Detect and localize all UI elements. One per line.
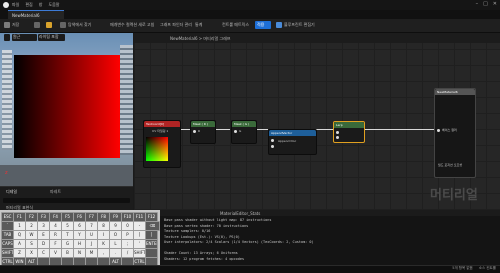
- breadcrumb: NewMaterial6 > 머티리얼 그래프: [170, 36, 231, 41]
- stats-line: Texture Lookups (Est.): VS(0), PS(0): [164, 234, 240, 239]
- browse-icon[interactable]: [34, 22, 40, 28]
- node-title: Lerp: [336, 122, 343, 127]
- input-pin[interactable]: [336, 131, 339, 134]
- viewport-menu-icon[interactable]: [4, 34, 10, 41]
- stats-line: Base pass vertex shader: 70 instructions: [164, 223, 249, 228]
- node-append[interactable]: AppendVector Append Doc: [268, 129, 317, 155]
- play-icon[interactable]: [60, 22, 66, 28]
- node-title: TexCoord[0]: [146, 121, 164, 126]
- toolbar-item-matrix[interactable]: 컨트롤 매트릭스: [222, 22, 249, 28]
- minimize-icon[interactable]: –: [476, 1, 479, 7]
- toolbar-item-find[interactable]: 탐색에서 찾기: [68, 22, 91, 28]
- material-preview[interactable]: [14, 55, 120, 158]
- perspective-chip[interactable]: 원근: [12, 34, 37, 41]
- close-icon[interactable]: ✕: [493, 1, 497, 7]
- node-subtitle: UV 타일링 1: [152, 129, 169, 133]
- node-lerp[interactable]: Lerp: [333, 121, 365, 143]
- stats-header: MaterialEditor_Stats: [160, 210, 500, 216]
- node-title: Mask ( R ): [193, 121, 209, 126]
- stats-line: User interpolators: 2/4 Scalars (1/4 Vec…: [164, 240, 314, 244]
- basecolor-label: 베이스 컬러: [442, 128, 457, 132]
- blueprint-icon[interactable]: [276, 22, 282, 28]
- menu-window[interactable]: 창: [39, 2, 43, 8]
- viewport-ground: [0, 165, 133, 186]
- stats-title: MaterialEditor_Stats: [220, 210, 261, 216]
- node-texcoord[interactable]: TexCoord[0] UV 타일링 1: [143, 120, 181, 168]
- input-pin-a[interactable]: [271, 139, 274, 142]
- menu-help[interactable]: 도움말: [48, 2, 59, 8]
- stats-line: Shaders: 12 program fetches: 4 opcodes: [164, 256, 245, 261]
- pin-label: G: [239, 129, 242, 133]
- toolbar-item-stats[interactable]: 통계: [195, 22, 202, 28]
- toolbar-item-reload[interactable]: 매개변수 컬렉션 새로 고침: [110, 22, 154, 28]
- apply-label: 적용: [257, 22, 265, 27]
- toolbar-item-blueprint[interactable]: 블루프린트 편집기: [284, 22, 315, 28]
- wire: [315, 129, 335, 130]
- lighting-chip[interactable]: 라이팅 포함: [38, 34, 65, 41]
- source-control-button[interactable]: 소스 컨트롤: [479, 266, 496, 271]
- node-title: AppendVector: [271, 130, 293, 135]
- menu-edit[interactable]: 편집: [25, 2, 32, 8]
- building-right: [120, 45, 133, 155]
- basecolor-pin[interactable]: [437, 129, 440, 132]
- input-pin[interactable]: [336, 136, 339, 139]
- stats-line: Texture samplers: 0/16: [164, 229, 211, 233]
- maximize-icon[interactable]: □: [483, 1, 488, 7]
- node-mask-g[interactable]: Mask ( G ) G: [231, 120, 257, 144]
- palette-tab[interactable]: 파레트: [50, 189, 61, 194]
- window-controls: – □ ✕: [476, 1, 497, 7]
- status-items: 5개 항목 없음: [452, 266, 473, 270]
- save-icon[interactable]: [4, 22, 10, 28]
- pin-label: R: [198, 129, 201, 133]
- menu-file[interactable]: 파일: [12, 2, 19, 8]
- stats-line: Base pass shader without light map: 87 i…: [164, 218, 272, 222]
- node-preview: [146, 137, 168, 161]
- save-button[interactable]: 저장: [12, 22, 19, 28]
- axis-gizmo: z: [5, 170, 8, 176]
- toolbar-item-parameters[interactable]: 그래프 파인더 관리: [160, 22, 192, 28]
- wire: [365, 129, 435, 130]
- viewport-header: 원근 라이팅 포함: [4, 34, 65, 42]
- wire: [256, 129, 268, 130]
- building-left: [2, 50, 12, 150]
- append-label: Append Doc: [278, 139, 297, 143]
- title-bar: [0, 0, 500, 10]
- input-pin[interactable]: [234, 130, 237, 133]
- graph-watermark: 머티리얼: [430, 188, 478, 203]
- wire: [214, 129, 230, 130]
- input-pin[interactable]: [193, 130, 196, 133]
- node-material-output[interactable]: NewMaterial6 베이스 컬러 월드 포지션 오프셋: [434, 88, 476, 178]
- details-tab[interactable]: 디테일: [6, 189, 17, 194]
- node-mask-r[interactable]: Mask ( R ) R: [190, 120, 216, 144]
- wire: [180, 129, 190, 130]
- menu-bar: 파일 편집 창 도움말: [12, 2, 59, 8]
- document-tab-row: [0, 10, 500, 19]
- toolbar: 저장 탐색에서 찾기 매개변수 컬렉션 새로 고침 그래프 파인더 관리 통계 …: [0, 19, 500, 33]
- node-title: NewMaterial6: [437, 89, 458, 94]
- node-title: Mask ( G ): [234, 121, 250, 126]
- backspace-key[interactable]: ⌫: [145, 221, 160, 231]
- details-search-input[interactable]: [3, 198, 130, 203]
- input-pin-b[interactable]: [271, 145, 274, 148]
- wpo-label: 월드 포지션 오프셋: [438, 163, 462, 167]
- folder-icon[interactable]: [46, 22, 52, 28]
- apply-button[interactable]: 적용: [255, 21, 271, 29]
- unreal-logo-icon[interactable]: [3, 2, 9, 8]
- stats-line: Shader Count: 13 Arrays; 6 Uniforms: [164, 251, 238, 255]
- status-right: 5개 항목 없음 소스 컨트롤: [452, 266, 496, 271]
- tab-label: NewMaterial6: [12, 13, 40, 18]
